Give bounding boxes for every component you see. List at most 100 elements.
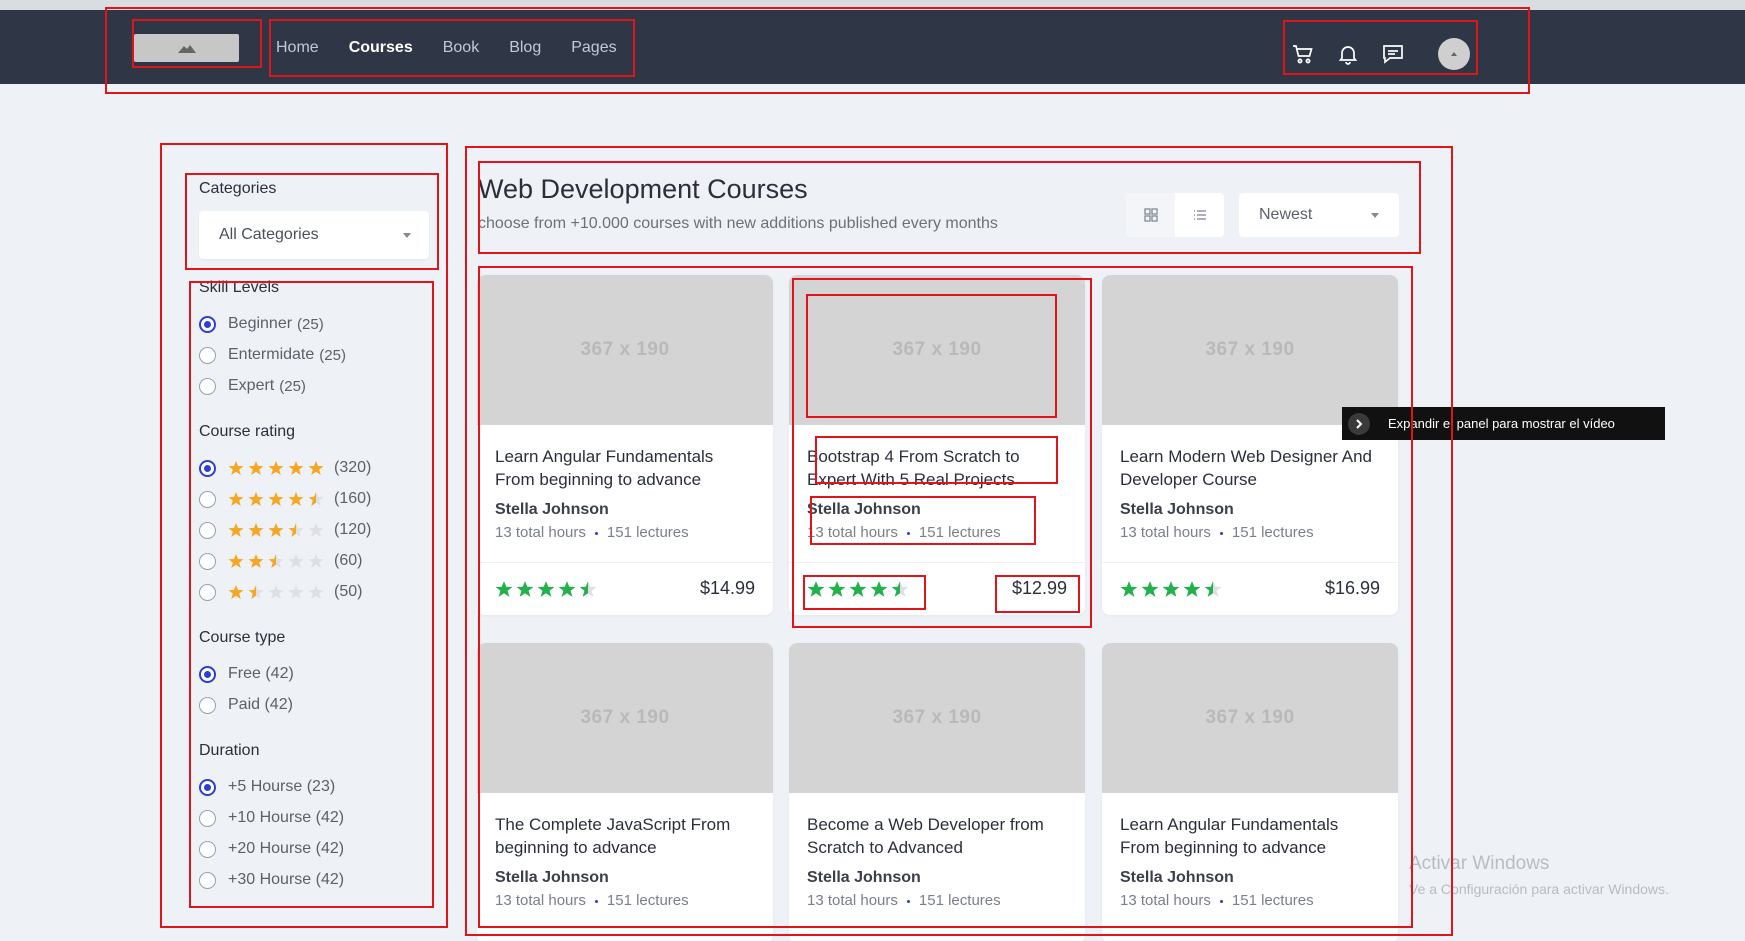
radio-button[interactable] bbox=[199, 840, 216, 858]
course-card-body: Become a Web Developer from Scratch to A… bbox=[789, 793, 1085, 909]
rating-option[interactable]: (120) bbox=[199, 521, 371, 539]
radio-button[interactable] bbox=[199, 778, 216, 796]
skill-option[interactable]: Beginner (25) bbox=[199, 315, 324, 333]
radio-button[interactable] bbox=[199, 521, 216, 539]
course-author[interactable]: Stella Johnson bbox=[1120, 501, 1380, 519]
course-card-footer: $14.99 bbox=[495, 578, 755, 599]
course-card[interactable]: 367 x 190 Learn Modern Web Designer And D… bbox=[1102, 275, 1398, 615]
separator-dot bbox=[906, 899, 910, 903]
nav-link-home[interactable]: Home bbox=[276, 38, 319, 58]
course-card-body: Learn Angular Fundamentals From beginnin… bbox=[477, 425, 773, 541]
skill-option[interactable]: Expert (25) bbox=[199, 377, 306, 395]
course-type-option[interactable]: Free (42) bbox=[199, 665, 294, 683]
avatar[interactable] bbox=[1438, 38, 1470, 70]
rating-option[interactable]: (60) bbox=[199, 552, 362, 570]
radio-button[interactable] bbox=[199, 552, 216, 570]
radio-button[interactable] bbox=[199, 809, 216, 827]
bell-icon[interactable] bbox=[1335, 41, 1361, 67]
skill-option-count: (25) bbox=[319, 346, 346, 364]
course-author[interactable]: Stella Johnson bbox=[495, 501, 755, 519]
nav-link-courses[interactable]: Courses bbox=[349, 38, 413, 58]
view-toggle bbox=[1126, 193, 1224, 237]
course-meta: 13 total hours 151 lectures bbox=[807, 524, 1067, 541]
course-hours: 13 total hours bbox=[495, 892, 586, 909]
star-icon bbox=[268, 460, 284, 476]
rating-option[interactable]: (160) bbox=[199, 490, 371, 508]
course-card[interactable]: 367 x 190 Learn Angular Fundamentals From… bbox=[477, 275, 773, 615]
categories-label: Categories bbox=[199, 180, 277, 197]
course-type-label: Course type bbox=[199, 629, 286, 646]
radio-button[interactable] bbox=[199, 490, 216, 508]
course-card[interactable]: 367 x 190 Become a Web Developer from Scr… bbox=[789, 643, 1085, 941]
duration-option[interactable]: +5 Hourse (23) bbox=[199, 778, 335, 796]
course-card[interactable]: 367 x 190 The Complete JavaScript From be… bbox=[477, 643, 773, 941]
grid-view-button[interactable] bbox=[1126, 193, 1175, 237]
course-meta: 13 total hours 151 lectures bbox=[495, 892, 755, 909]
rating-option[interactable]: (320) bbox=[199, 459, 371, 477]
radio-button[interactable] bbox=[199, 871, 216, 889]
list-view-button[interactable] bbox=[1175, 193, 1224, 237]
course-title[interactable]: Learn Angular Fundamentals From beginnin… bbox=[495, 445, 755, 491]
course-card[interactable]: 367 x 190 Learn Angular Fundamentals From… bbox=[1102, 643, 1398, 941]
course-price: $14.99 bbox=[699, 578, 755, 598]
categories-select[interactable]: All Categories bbox=[199, 211, 429, 259]
duration-option[interactable]: +10 Hourse (42) bbox=[199, 809, 344, 827]
radio-button[interactable] bbox=[199, 377, 216, 395]
star-icon bbox=[228, 584, 244, 600]
duration-option[interactable]: +30 Hourse (42) bbox=[199, 871, 344, 889]
course-author[interactable]: Stella Johnson bbox=[1120, 869, 1380, 887]
star-icon bbox=[228, 553, 244, 569]
star-icon bbox=[228, 460, 244, 476]
course-title[interactable]: Bootstrap 4 From Scratch to Expert With … bbox=[807, 445, 1067, 491]
course-title[interactable]: Learn Angular Fundamentals From beginnin… bbox=[1120, 813, 1380, 859]
cart-icon[interactable] bbox=[1290, 41, 1316, 67]
sort-select[interactable]: Newest bbox=[1239, 193, 1399, 237]
duration-option[interactable]: +20 Hourse (42) bbox=[199, 840, 344, 858]
course-author[interactable]: Stella Johnson bbox=[495, 869, 755, 887]
star-icon bbox=[228, 491, 244, 507]
course-title[interactable]: Become a Web Developer from Scratch to A… bbox=[807, 813, 1067, 859]
star-icon bbox=[248, 522, 264, 538]
star-icon bbox=[248, 584, 264, 600]
nav-link-pages[interactable]: Pages bbox=[571, 38, 616, 58]
logo[interactable] bbox=[134, 34, 239, 62]
skill-option[interactable]: Entermidate (25) bbox=[199, 346, 346, 364]
categories-value: All Categories bbox=[219, 226, 319, 243]
page-title: Web Development Courses bbox=[478, 174, 808, 204]
radio-button[interactable] bbox=[199, 315, 216, 333]
course-type-option[interactable]: Paid (42) bbox=[199, 696, 293, 714]
rating-option[interactable]: (50) bbox=[199, 583, 362, 601]
course-card[interactable]: 367 x 190 Bootstrap 4 From Scratch to Exp… bbox=[789, 275, 1085, 615]
star-icon bbox=[1183, 580, 1201, 598]
radio-button[interactable] bbox=[199, 583, 216, 601]
star-icon bbox=[268, 553, 284, 569]
course-author[interactable]: Stella Johnson bbox=[807, 501, 1067, 519]
radio-button[interactable] bbox=[199, 346, 216, 364]
card-divider bbox=[477, 562, 773, 563]
radio-button[interactable] bbox=[199, 459, 216, 477]
course-title[interactable]: Learn Modern Web Designer And Developer … bbox=[1120, 445, 1380, 491]
radio-button[interactable] bbox=[199, 665, 216, 683]
course-price: $12.99 bbox=[1011, 578, 1067, 598]
course-rating-label: Course rating bbox=[199, 423, 296, 440]
separator-dot bbox=[594, 531, 598, 535]
course-title[interactable]: The Complete JavaScript From beginning t… bbox=[495, 813, 755, 859]
video-panel-tooltip: Expandir el panel para mostrar el vídeo bbox=[1342, 407, 1665, 440]
nav-link-book[interactable]: Book bbox=[443, 38, 479, 58]
chat-icon[interactable] bbox=[1380, 41, 1406, 67]
star-icon bbox=[268, 522, 284, 538]
course-author[interactable]: Stella Johnson bbox=[807, 869, 1067, 887]
expand-panel-button[interactable] bbox=[1348, 412, 1370, 435]
chevron-right-icon bbox=[1356, 418, 1363, 429]
radio-button[interactable] bbox=[199, 696, 216, 714]
star-icon bbox=[248, 460, 264, 476]
top-navbar: Home Courses Book Blog Pages bbox=[0, 10, 1745, 84]
star-icon bbox=[1141, 580, 1159, 598]
card-divider bbox=[789, 562, 1085, 563]
star-icon bbox=[537, 580, 555, 598]
course-hours: 13 total hours bbox=[1120, 892, 1211, 909]
star-icon bbox=[228, 522, 244, 538]
star-rating bbox=[228, 522, 328, 538]
nav-link-blog[interactable]: Blog bbox=[509, 38, 541, 58]
nav-links: Home Courses Book Blog Pages bbox=[276, 38, 647, 58]
